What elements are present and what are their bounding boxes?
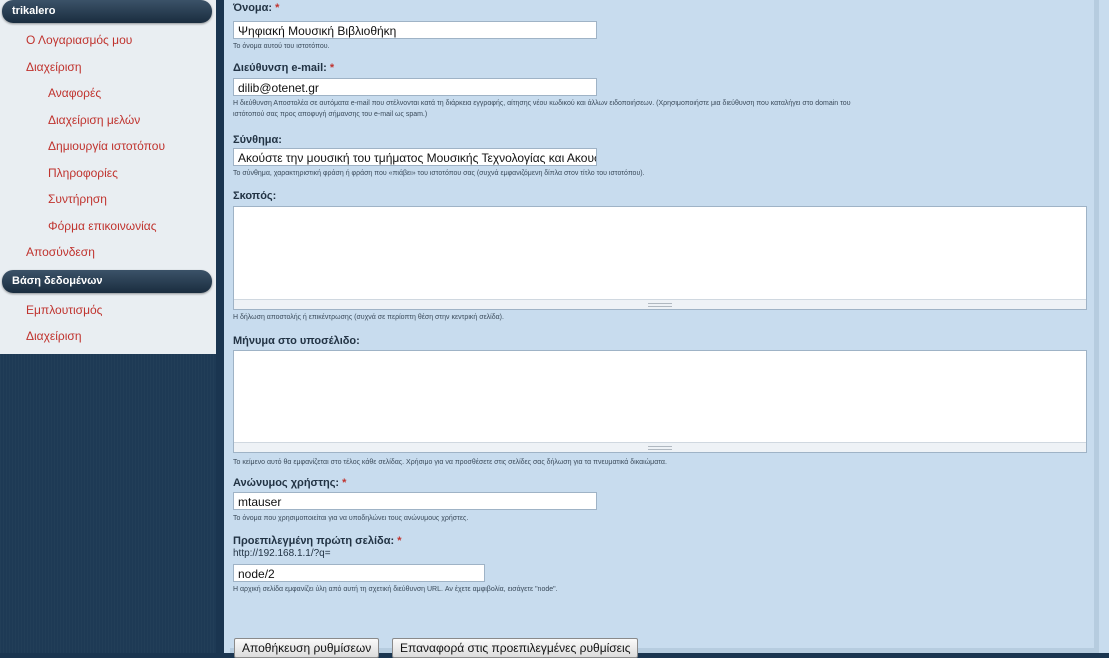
sidebar: trikalero Ο Λογαριασμός μου Διαχείριση Ανα… — [0, 0, 216, 653]
user-menu-item[interactable]: Δημιουργία ιστοτόπου — [0, 133, 216, 160]
slogan-label: Σύνθημα: — [233, 134, 282, 146]
reset-defaults-button[interactable]: Επαναφορά στις προεπιλεγμένες ρυθμίσεις — [392, 638, 639, 658]
user-menu-item[interactable]: Ο Λογαριασμός μου — [0, 27, 216, 54]
save-settings-button[interactable]: Αποθήκευση ρυθμίσεων — [234, 638, 380, 658]
user-menu-block: trikalero Ο Λογαριασμός μου Διαχείριση Ανα… — [0, 0, 216, 354]
anonymous-user-input[interactable]: mtauser — [233, 492, 597, 510]
front-page-input[interactable]: node/2 — [233, 564, 485, 582]
user-menu-item[interactable]: Αποσύνδεση — [0, 239, 216, 266]
user-menu-item[interactable]: Συντήρηση — [0, 186, 216, 213]
mission-description: Η δήλωση αποστολής ή επικέντρωσης (συχνά… — [233, 314, 504, 321]
anonymous-label: Ανώνυμος χρήστης: * — [233, 477, 347, 489]
name-label: Όνομα: * — [233, 2, 280, 14]
email-description-line2: ιστότοπού σας προς αποφυγή σήμανσης του … — [233, 111, 428, 118]
slogan-description: Το σύνθημα, χαρακτηριστική φράση ή φράση… — [233, 170, 645, 177]
db-menu-item[interactable]: Εμπλουτισμός — [0, 297, 216, 324]
footer-label: Μήνυμα στο υποσέλιδο: — [233, 335, 360, 347]
mission-resize-grip[interactable] — [234, 299, 1086, 309]
user-menu-item[interactable]: Φόρμα επικοινωνίας — [0, 213, 216, 240]
db-menu-item[interactable]: Διαχείριση — [0, 323, 216, 350]
footer-textarea[interactable] — [233, 350, 1087, 453]
db-menu: Εμπλουτισμός Διαχείριση — [0, 293, 216, 354]
front-page-description: Η αρχική σελίδα εμφανίζει ύλη από αυτή τ… — [233, 586, 558, 593]
email-label: Διεύθυνση e-mail: * — [233, 62, 335, 74]
email-input[interactable]: dilib@otenet.gr — [233, 78, 597, 96]
user-menu-item[interactable]: Αναφορές — [0, 80, 216, 107]
front-page-url-prefix: http://192.168.1.1/?q= — [233, 548, 331, 559]
email-description-line1: Η διεύθυνση Αποστολέα σε αυτόματα e-mail… — [233, 100, 851, 107]
site-name-input[interactable]: Ψηφιακή Μουσική Βιβλιοθήκη — [233, 21, 597, 39]
mission-textarea[interactable] — [233, 206, 1087, 310]
settings-form: Όνομα: * Ψηφιακή Μουσική Βιβλιοθήκη Το ό… — [230, 0, 1099, 653]
mission-label: Σκοπός: — [233, 190, 277, 202]
user-menu: Ο Λογαριασμός μου Διαχείριση Αναφορές Διαχε… — [0, 23, 216, 270]
footer-resize-grip[interactable] — [234, 442, 1086, 452]
user-menu-item[interactable]: Διαχείριση — [0, 54, 216, 81]
name-description: Το όνομα αυτού του ιστοτόπου. — [233, 43, 330, 50]
user-menu-item[interactable]: Πληροφορίες — [0, 160, 216, 187]
slogan-input[interactable]: Ακούστε την μουσική του τμήματος Μουσική… — [233, 148, 597, 166]
user-menu-item[interactable]: Διαχείριση μελών — [0, 107, 216, 134]
front-page-label: Προεπιλεγμένη πρώτη σελίδα: * — [233, 535, 402, 547]
footer-description: Το κείμενο αυτό θα εμφανίζεται στο τέλος… — [233, 459, 667, 466]
anonymous-description: Το όνομα που χρησιμοποιείται για να υποδ… — [233, 515, 469, 522]
db-block-title: Βάση δεδομένων — [2, 269, 212, 293]
user-block-title: trikalero — [2, 0, 212, 23]
